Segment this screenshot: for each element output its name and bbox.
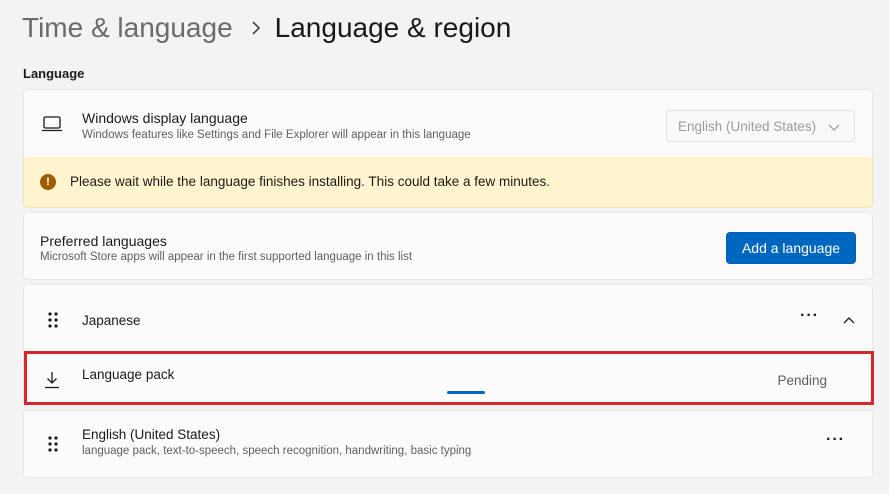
chevron-down-icon bbox=[828, 120, 840, 135]
display-language-title: Windows display language bbox=[82, 110, 248, 126]
preferred-languages-title: Preferred languages bbox=[40, 233, 167, 249]
display-language-dropdown[interactable]: English (United States) bbox=[666, 110, 855, 142]
install-status: Pending bbox=[777, 373, 827, 388]
chevron-right-icon bbox=[251, 21, 261, 35]
chevron-up-icon[interactable] bbox=[837, 308, 861, 332]
warning-text: Please wait while the language finishes … bbox=[70, 174, 551, 189]
laptop-icon bbox=[40, 112, 64, 136]
drag-handle-icon[interactable] bbox=[41, 432, 65, 456]
install-progress-bar bbox=[447, 391, 485, 394]
drag-handle-icon[interactable] bbox=[41, 308, 65, 332]
language-pack-row: Language pack Pending bbox=[24, 351, 874, 405]
page-title: Language & region bbox=[274, 12, 512, 43]
dropdown-value: English (United States) bbox=[678, 118, 817, 134]
language-pack-label: Language pack bbox=[82, 367, 175, 382]
more-options-icon[interactable]: ··· bbox=[826, 431, 845, 449]
install-warning-bar: ! Please wait while the language finishe… bbox=[23, 157, 873, 208]
section-title: Language bbox=[23, 66, 85, 81]
breadcrumb: Time & language Language & region bbox=[22, 10, 511, 46]
preferred-languages-subtitle: Microsoft Store apps will appear in the … bbox=[40, 251, 413, 263]
display-language-card: Windows display language Windows feature… bbox=[23, 89, 873, 157]
display-language-subtitle: Windows features like Settings and File … bbox=[82, 129, 471, 141]
breadcrumb-parent[interactable]: Time & language bbox=[22, 12, 233, 44]
preferred-languages-card: Preferred languages Microsoft Store apps… bbox=[23, 212, 873, 280]
language-item-english[interactable]: English (United States) language pack, t… bbox=[23, 410, 873, 478]
language-features: language pack, text-to-speech, speech re… bbox=[82, 445, 472, 457]
add-language-button[interactable]: Add a language bbox=[726, 232, 856, 264]
download-icon bbox=[40, 368, 64, 392]
info-warning-icon: ! bbox=[40, 174, 56, 190]
language-name: English (United States) bbox=[82, 427, 221, 442]
language-name: Japanese bbox=[82, 313, 141, 328]
more-options-icon[interactable]: ··· bbox=[800, 307, 819, 325]
